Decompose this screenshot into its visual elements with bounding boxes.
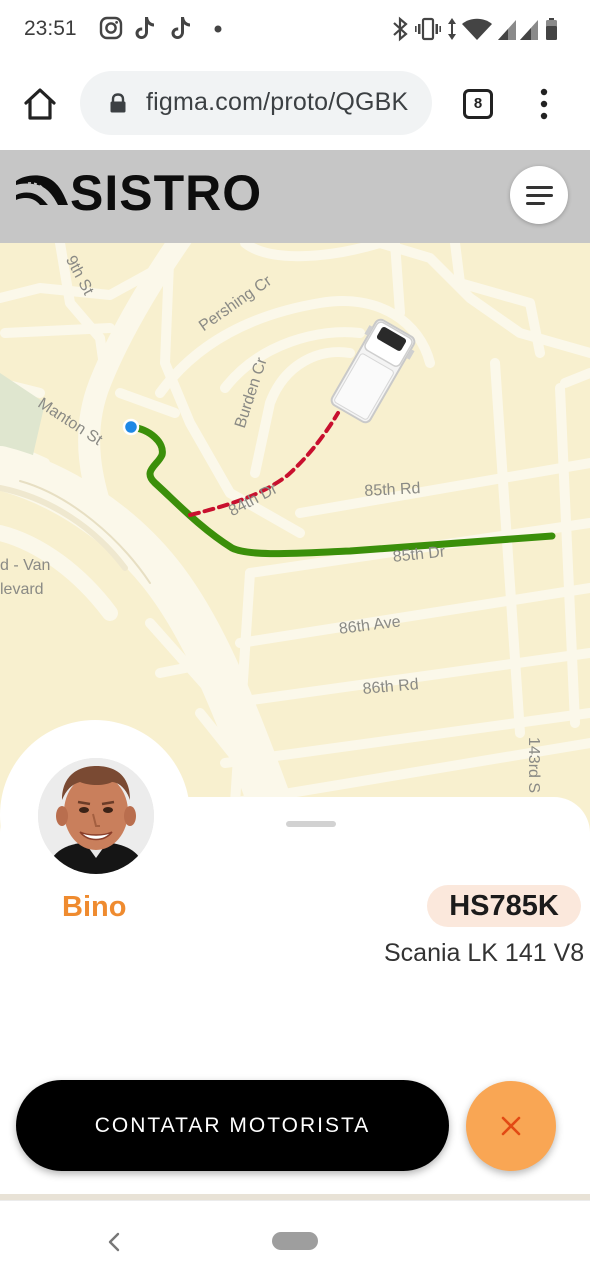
map-label-143rd-st: 143rd S xyxy=(525,737,542,794)
cancel-button[interactable] xyxy=(466,1081,556,1171)
lock-icon xyxy=(110,93,126,113)
driver-photo xyxy=(38,758,154,874)
driver-avatar xyxy=(38,758,154,874)
bluetooth-icon xyxy=(393,16,408,42)
tiktok-icon xyxy=(171,17,190,39)
instagram-icon xyxy=(99,16,123,40)
status-bar: 23:51 xyxy=(0,0,590,58)
home-pill-button[interactable] xyxy=(272,1232,318,1250)
brand-logo-text: SISTRO xyxy=(70,165,263,221)
map-label-boulevard-line1: d - Van xyxy=(0,557,51,574)
current-location-icon xyxy=(122,418,140,436)
battery-icon xyxy=(546,18,557,40)
tab-switcher-button[interactable]: 8 xyxy=(463,89,493,119)
map-label-85th-rd: 85th Rd xyxy=(364,480,421,500)
wifi-icon xyxy=(462,18,492,40)
menu-button[interactable] xyxy=(510,166,568,224)
browser-toolbar: figma.com/proto/QGBK 8 xyxy=(0,58,590,150)
address-bar[interactable]: figma.com/proto/QGBK xyxy=(80,71,432,135)
back-chevron-icon[interactable] xyxy=(104,1231,124,1253)
url-text: figma.com/proto/QGBK xyxy=(146,88,409,116)
close-icon xyxy=(501,1116,521,1136)
sistro-logo-icon xyxy=(16,175,68,205)
sheet-drag-handle[interactable] xyxy=(286,821,336,827)
status-time: 23:51 xyxy=(24,17,77,40)
driver-name: Bino xyxy=(62,891,127,923)
map-label-boulevard-line2: levard xyxy=(0,581,44,598)
app-header: SISTRO xyxy=(0,150,590,243)
license-plate-badge: HS785K xyxy=(427,885,581,927)
truck-model: Scania LK 141 V8 xyxy=(384,939,585,967)
home-icon[interactable] xyxy=(20,84,60,124)
notification-dot-icon xyxy=(214,25,222,33)
data-arrows-icon xyxy=(448,18,456,40)
status-left-icons xyxy=(99,16,222,40)
more-options-icon[interactable] xyxy=(533,86,555,122)
tiktok-icon xyxy=(135,17,154,39)
vibrate-icon xyxy=(415,17,441,41)
status-right-icons xyxy=(393,16,557,42)
hamburger-menu-icon xyxy=(526,186,553,205)
contact-driver-button[interactable]: CONTATAR MOTORISTA xyxy=(16,1080,449,1171)
system-navigation-bar xyxy=(0,1200,590,1280)
